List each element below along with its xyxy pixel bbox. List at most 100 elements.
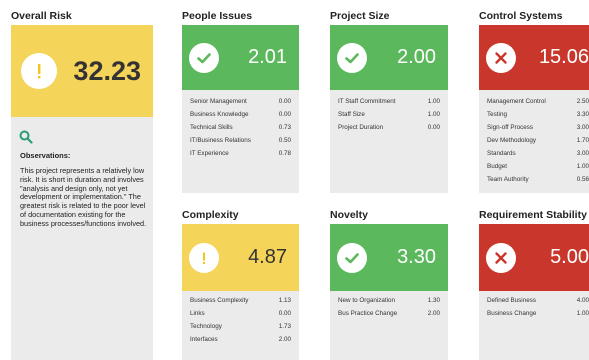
metric-value: 2.50 <box>576 98 589 105</box>
control-systems-panel: Management Control 2.50 Testing 3.30 Sign-… <box>479 90 589 193</box>
metric-row: Business Change 1.00 <box>479 307 589 320</box>
check-icon <box>189 42 219 73</box>
requirement-stability-tile: 5.00 <box>479 224 589 291</box>
project-size-tile: 2.00 <box>330 25 448 90</box>
metric-row: IT/Business Relations 0.50 <box>182 134 299 147</box>
metric-label: Dev Methodology <box>487 137 537 144</box>
metric-value: 4.00 <box>576 297 589 304</box>
metric-row: Budget 1.00 <box>479 160 589 173</box>
check-icon <box>337 242 367 273</box>
metric-label: Links <box>190 310 205 317</box>
metric-label: Business Change <box>487 310 537 317</box>
requirement-stability-panel: Defined Business 4.00 Business Change 1.00 <box>479 291 589 360</box>
metric-row: Project Duration 0.00 <box>330 121 448 134</box>
overall-risk-tile: 32.23 <box>11 25 153 117</box>
metric-value: 0.56 <box>576 176 589 183</box>
complexity-tile: 4.87 <box>182 224 299 291</box>
metric-value: 1.00 <box>427 98 440 105</box>
metric-row: Management Control 2.50 <box>479 95 589 108</box>
project-size-title: Project Size <box>330 10 390 22</box>
observations-text: This project represents a relatively low… <box>20 166 147 228</box>
metric-label: Staff Size <box>338 111 365 118</box>
overall-risk-score: 32.23 <box>73 55 141 86</box>
novelty-panel: New to Organization 1.30 Bus Practice Cha… <box>330 291 448 360</box>
metric-value: 1.00 <box>427 111 440 118</box>
novelty-tile: 3.30 <box>330 224 448 291</box>
metric-label: Sign-off Process <box>487 124 534 131</box>
people-issues-title: People Issues <box>182 10 253 22</box>
metric-value: 3.30 <box>576 111 589 118</box>
metric-row: Standards 3.00 <box>479 147 589 160</box>
metric-label: Testing <box>487 111 507 118</box>
metric-row: Business Complexity 1.13 <box>182 294 299 307</box>
metric-row: IT Staff Commitment 1.00 <box>330 95 448 108</box>
x-icon <box>486 242 516 273</box>
metric-row: IT Experience 0.78 <box>182 147 299 160</box>
metric-label: Bus Practice Change <box>338 310 398 317</box>
requirement-stability-score: 5.00 <box>550 246 589 268</box>
observations-label: Observations: <box>20 151 71 160</box>
complexity-score: 4.87 <box>248 246 287 268</box>
metric-row: Testing 3.30 <box>479 108 589 121</box>
metric-label: IT Experience <box>190 150 229 157</box>
metric-value: 1.30 <box>427 297 440 304</box>
novelty-title: Novelty <box>330 209 368 221</box>
x-icon <box>486 42 516 73</box>
control-systems-tile: 15.06 <box>479 25 589 90</box>
metric-label: Management Control <box>487 98 546 105</box>
complexity-title: Complexity <box>182 209 239 221</box>
check-icon <box>337 42 367 73</box>
metric-row: Senior Management 0.00 <box>182 95 299 108</box>
people-issues-tile: 2.01 <box>182 25 299 90</box>
exclamation-icon <box>189 242 219 273</box>
metric-label: Senior Management <box>190 98 247 105</box>
project-size-panel: IT Staff Commitment 1.00 Staff Size 1.00 P… <box>330 90 448 193</box>
control-systems-title: Control Systems <box>479 10 563 22</box>
metric-value: 0.00 <box>278 111 291 118</box>
metric-value: 3.00 <box>576 124 589 131</box>
metric-value: 0.73 <box>278 124 291 131</box>
metric-label: Technical Skills <box>190 124 233 131</box>
metric-row: Technology 1.73 <box>182 320 299 333</box>
metric-row: Staff Size 1.00 <box>330 108 448 121</box>
requirement-stability-title: Requirement Stability <box>479 209 587 221</box>
metric-value: 0.00 <box>427 124 440 131</box>
metric-label: Team Authority <box>487 176 529 183</box>
metric-row: New to Organization 1.30 <box>330 294 448 307</box>
people-issues-score: 2.01 <box>248 46 287 68</box>
magnifier-icon[interactable] <box>19 130 33 149</box>
metric-value: 3.00 <box>576 150 589 157</box>
metric-value: 0.50 <box>278 137 291 144</box>
metric-row: Bus Practice Change 2.00 <box>330 307 448 320</box>
metric-value: 0.00 <box>278 310 291 317</box>
metric-label: Budget <box>487 163 507 170</box>
people-issues-panel: Senior Management 0.00 Business Knowledge… <box>182 90 299 193</box>
metric-value: 1.00 <box>576 163 589 170</box>
metric-value: 2.00 <box>427 310 440 317</box>
metric-value: 0.00 <box>278 98 291 105</box>
metric-label: Project Duration <box>338 124 384 131</box>
metric-label: IT Staff Commitment <box>338 98 396 105</box>
metric-row: Dev Methodology 1.70 <box>479 134 589 147</box>
overall-risk-title: Overall Risk <box>11 10 72 22</box>
metric-label: IT/Business Relations <box>190 137 251 144</box>
metric-row: Interfaces 2.00 <box>182 333 299 346</box>
complexity-panel: Business Complexity 1.13 Links 0.00 Techno… <box>182 291 299 360</box>
metric-label: Technology <box>190 323 222 330</box>
metric-value: 1.00 <box>576 310 589 317</box>
control-systems-score: 15.06 <box>538 46 589 68</box>
metric-label: Standards <box>487 150 516 157</box>
metric-row: Technical Skills 0.73 <box>182 121 299 134</box>
metric-value: 1.70 <box>576 137 589 144</box>
metric-label: Interfaces <box>190 336 218 343</box>
metric-value: 1.13 <box>278 297 291 304</box>
metric-label: Defined Business <box>487 297 537 304</box>
metric-row: Team Authority 0.56 <box>479 173 589 186</box>
metric-row: Links 0.00 <box>182 307 299 320</box>
metric-label: Business Knowledge <box>190 111 249 118</box>
metric-value: 0.78 <box>278 150 291 157</box>
metric-row: Defined Business 4.00 <box>479 294 589 307</box>
project-size-score: 2.00 <box>397 46 436 68</box>
novelty-score: 3.30 <box>397 246 436 268</box>
metric-value: 1.73 <box>278 323 291 330</box>
